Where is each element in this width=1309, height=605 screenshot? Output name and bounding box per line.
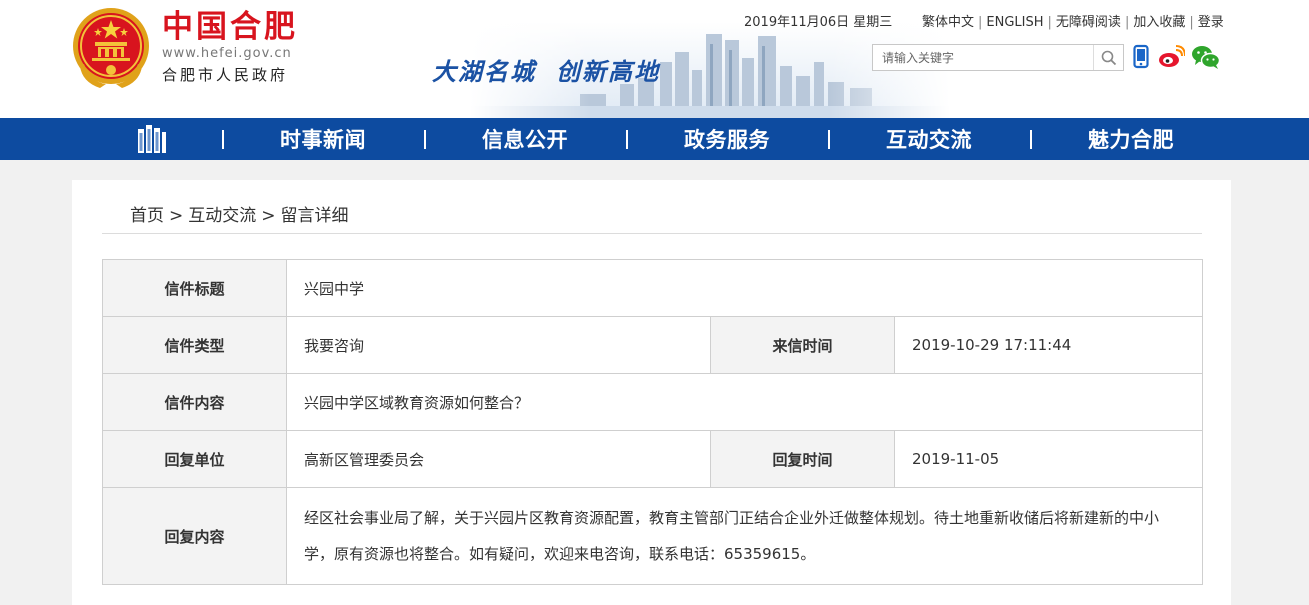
reply-time-label: 回复时间 <box>710 430 895 488</box>
table-row: 回复内容 经区社会事业局了解，关于兴园片区教育资源配置，教育主管部门正结合企业外… <box>102 487 1204 585</box>
search-box <box>872 44 1124 71</box>
nav-item-charm-hefei[interactable]: 魅力合肥 <box>1031 118 1231 160</box>
breadcrumb-home[interactable]: 首页 <box>130 206 164 226</box>
link-traditional-chinese[interactable]: 繁体中文 <box>922 15 974 30</box>
letter-type-label: 信件类型 <box>102 316 287 374</box>
sent-time-value: 2019-10-29 17:11:44 <box>893 316 1204 374</box>
letter-type-value: 我要咨询 <box>286 316 711 374</box>
link-separator: | <box>1189 15 1194 30</box>
content-panel: 首页 > 互动交流 > 留言详细 信件标题 兴园中学 信件类型 我要咨询 来信时间 20… <box>72 180 1231 605</box>
breadcrumb-separator: > <box>169 206 184 226</box>
table-row: 信件标题 兴园中学 <box>102 259 1204 317</box>
link-separator: | <box>978 15 983 30</box>
nav-item-gov-services[interactable]: 政务服务 <box>627 118 827 160</box>
reply-unit-label: 回复单位 <box>102 430 287 488</box>
link-login[interactable]: 登录 <box>1198 15 1224 30</box>
site-subtitle: 合肥市人民政府 <box>162 66 289 84</box>
breadcrumb-divider <box>102 233 1202 234</box>
table-row: 回复单位 高新区管理委员会 回复时间 2019-11-05 <box>102 430 1204 488</box>
letter-content-label: 信件内容 <box>102 373 287 431</box>
link-accessibility[interactable]: 无障碍阅读 <box>1056 15 1121 30</box>
slogan-part-1: 大湖名城 <box>432 57 536 86</box>
link-english[interactable]: ENGLISH <box>986 15 1043 30</box>
site-url: www.hefei.gov.cn <box>162 46 292 61</box>
table-row: 信件内容 兴园中学区域教育资源如何整合？ <box>102 373 1204 431</box>
national-emblem-icon[interactable] <box>70 6 152 90</box>
reply-unit-value: 高新区管理委员会 <box>286 430 711 488</box>
letter-title-label: 信件标题 <box>102 259 287 317</box>
site-title: 中国合肥 <box>162 9 298 45</box>
wechat-icon[interactable] <box>1191 44 1221 70</box>
current-date: 2019年11月06日 星期三 <box>744 15 893 30</box>
slogan: 大湖名城 创新高地 <box>432 52 680 87</box>
mobile-phone-icon[interactable] <box>1133 44 1149 70</box>
reply-content-label: 回复内容 <box>102 487 287 585</box>
letter-title-value: 兴园中学 <box>285 259 1204 317</box>
breadcrumb-section[interactable]: 互动交流 <box>188 206 256 226</box>
reply-content-value: 经区社会事业局了解，关于兴园片区教育资源配置，教育主管部门正结合企业外迁做整体规… <box>285 487 1204 585</box>
link-separator: | <box>1047 15 1052 30</box>
search-icon <box>1101 50 1116 65</box>
home-building-icon[interactable] <box>136 125 168 153</box>
slogan-part-2: 创新高地 <box>556 57 660 86</box>
letter-detail-table: 信件标题 兴园中学 信件类型 我要咨询 来信时间 2019-10-29 17:1… <box>102 259 1204 585</box>
link-separator: | <box>1124 15 1130 30</box>
letter-content-value: 兴园中学区域教育资源如何整合？ <box>285 373 1204 431</box>
top-links: 繁体中文 | ENGLISH | 无障碍阅读 | 加入收藏 | 登录 <box>922 11 1224 30</box>
main-nav: 时事新闻 信息公开 政务服务 互动交流 魅力合肥 <box>0 118 1309 160</box>
reply-time-value: 2019-11-05 <box>893 430 1204 488</box>
nav-item-interaction[interactable]: 互动交流 <box>829 118 1029 160</box>
search-input[interactable] <box>873 45 1093 70</box>
link-add-favorite[interactable]: 加入收藏 <box>1133 15 1185 30</box>
sent-time-label: 来信时间 <box>710 316 895 374</box>
weibo-icon[interactable] <box>1157 44 1185 70</box>
site-header: 中国合肥 www.hefei.gov.cn 合肥市人民政府 大湖名城 创新高地 … <box>0 0 1309 118</box>
table-row: 信件类型 我要咨询 来信时间 2019-10-29 17:11:44 <box>102 316 1204 374</box>
nav-item-current-news[interactable]: 时事新闻 <box>223 118 423 160</box>
search-button[interactable] <box>1093 45 1123 70</box>
breadcrumb-separator: > <box>261 206 276 226</box>
breadcrumb: 首页 > 互动交流 > 留言详细 <box>130 201 349 226</box>
nav-item-info-disclosure[interactable]: 信息公开 <box>425 118 625 160</box>
breadcrumb-current: 留言详细 <box>280 206 349 226</box>
